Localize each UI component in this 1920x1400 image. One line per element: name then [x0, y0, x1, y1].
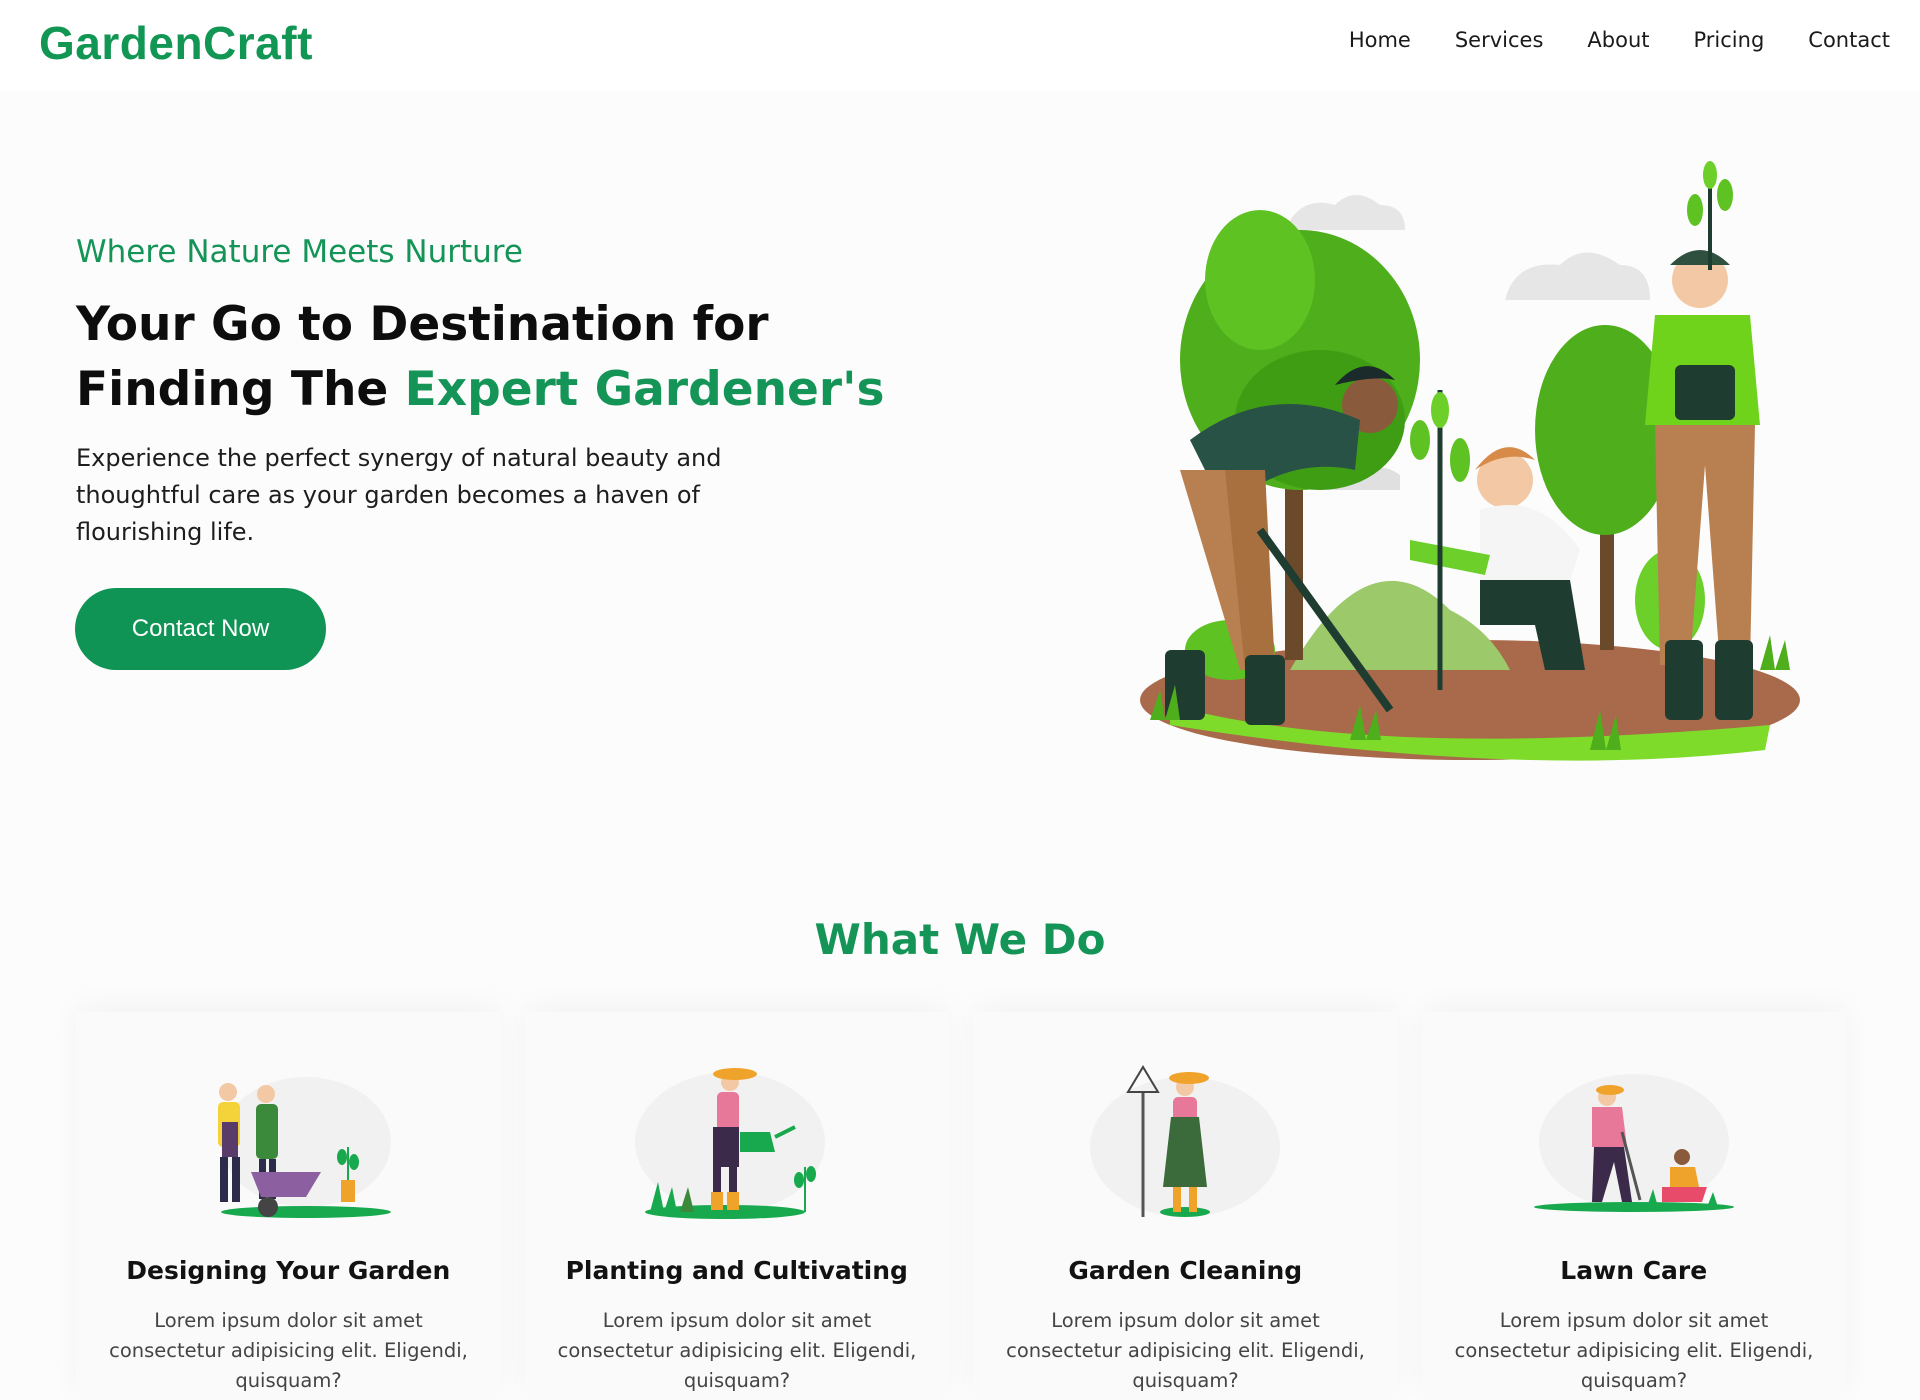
service-title: Designing Your Garden: [126, 1256, 451, 1285]
service-description: Lorem ipsum dolor sit amet consectetur a…: [109, 1309, 468, 1392]
service-description: Lorem ipsum dolor sit amet consectetur a…: [557, 1309, 917, 1392]
gardeners-planting-illustration: [1140, 161, 1800, 761]
service-title: Planting and Cultivating: [565, 1256, 908, 1285]
hero-tagline: Where Nature Meets Nurture: [76, 234, 523, 270]
nav-services[interactable]: Services: [1455, 28, 1544, 52]
site-header: GardenCraft Home Services About Pricing …: [0, 0, 1920, 90]
services-heading: What We Do: [814, 915, 1106, 964]
service-card-garden-cleaning[interactable]: Garden Cleaning Lorem ipsum dolor sit am…: [973, 1012, 1398, 1400]
site-logo[interactable]: GardenCraft: [39, 16, 313, 70]
hero-description: Experience the perfect synergy of natura…: [76, 444, 722, 546]
hero-title-line1: Your Go to Destination for: [76, 297, 769, 352]
service-card-garden-design[interactable]: Designing Your Garden Lorem ipsum dolor …: [76, 1012, 501, 1400]
service-description: Lorem ipsum dolor sit amet consectetur a…: [1454, 1309, 1814, 1392]
watering-plant-illustration: [634, 1068, 825, 1219]
hero-title-accent: Expert Gardener's: [404, 362, 885, 417]
nav-about[interactable]: About: [1587, 28, 1649, 52]
nav-pricing[interactable]: Pricing: [1694, 28, 1765, 52]
service-title: Lawn Care: [1560, 1256, 1708, 1285]
gardener-rake-illustration: [1090, 1065, 1280, 1217]
service-title: Garden Cleaning: [1068, 1256, 1303, 1285]
hero-title: Your Go to Destination for Finding The E…: [76, 292, 896, 422]
contact-now-button[interactable]: Contact Now: [75, 588, 326, 670]
main-nav: Home Services About Pricing Contact: [1349, 28, 1890, 52]
service-card-lawn-care[interactable]: Lawn Care Lorem ipsum dolor sit amet con…: [1421, 1012, 1846, 1400]
lawn-care-illustration: [1533, 1074, 1734, 1212]
nav-contact[interactable]: Contact: [1808, 28, 1890, 52]
hero-title-line2-prefix: Finding The: [76, 362, 405, 417]
garden-design-illustration: [218, 1077, 391, 1218]
service-card-planting[interactable]: Planting and Cultivating Lorem ipsum dol…: [524, 1012, 949, 1400]
nav-home[interactable]: Home: [1349, 28, 1411, 52]
services-cards: Designing Your Garden Lorem ipsum dolor …: [76, 1012, 1846, 1400]
service-description: Lorem ipsum dolor sit amet consectetur a…: [1006, 1309, 1365, 1392]
